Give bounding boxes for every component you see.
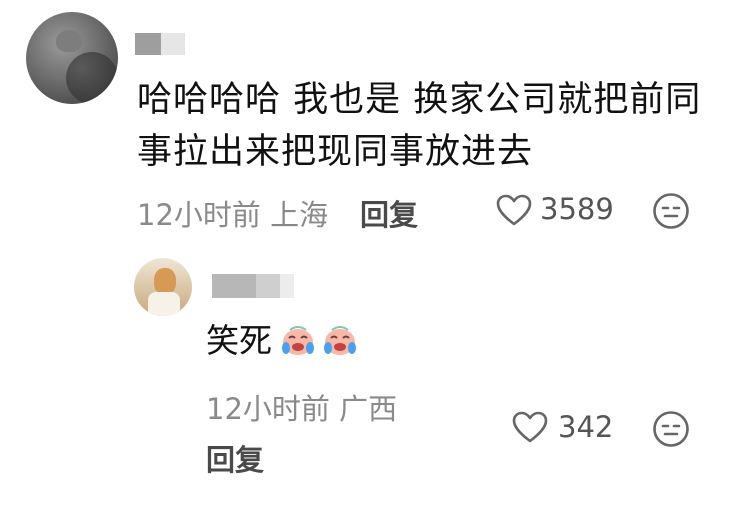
reply-comment-meta: 12小时前 广西 <box>206 386 397 428</box>
main-comment-line-2: 事拉出来把现同事放进去 <box>137 132 534 172</box>
reply-commenter-name-redacted-tail <box>280 274 294 298</box>
main-comment-reply-button[interactable]: 回复 <box>360 192 418 234</box>
main-comment-meta: 12小时前 上海 <box>137 192 328 234</box>
reply-comment-time: 12小时前 <box>206 392 330 426</box>
main-comment-location: 上海 <box>270 198 329 232</box>
reply-comment-like-count: 342 <box>558 410 614 444</box>
heart-icon[interactable] <box>496 194 532 226</box>
crying-laughing-emoji <box>278 320 318 360</box>
main-commenter-name-redacted-tail <box>161 33 185 55</box>
main-commenter-name-redacted[interactable] <box>135 33 161 55</box>
reply-commenter-name-redacted-mid <box>256 274 280 298</box>
main-commenter-avatar[interactable] <box>26 12 118 104</box>
reply-commenter-avatar[interactable] <box>134 258 192 316</box>
neutral-face-icon[interactable] <box>652 410 690 448</box>
reply-commenter-name-redacted[interactable] <box>212 274 256 298</box>
reply-comment-text: 笑死 <box>206 321 272 360</box>
reply-comment-location: 广西 <box>339 392 398 426</box>
main-comment-like-count: 3589 <box>540 192 614 226</box>
neutral-face-icon[interactable] <box>652 192 690 230</box>
reply-comment-reply-button[interactable]: 回复 <box>206 437 264 479</box>
heart-icon[interactable] <box>512 411 548 443</box>
main-comment-text: 哈哈哈哈 我也是 换家公司就把前同 事拉出来把现同事放进去 <box>137 74 707 178</box>
main-comment-time: 12小时前 <box>137 198 261 232</box>
main-comment-line-1: 哈哈哈哈 我也是 换家公司就把前同 <box>137 80 702 120</box>
crying-laughing-emoji <box>320 320 360 360</box>
